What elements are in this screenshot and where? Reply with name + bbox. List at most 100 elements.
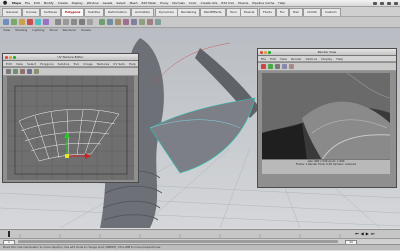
tab-ncloth[interactable]: nCloth xyxy=(303,8,321,16)
menu-app-name[interactable]: Maya xyxy=(10,0,23,6)
uv-tool-icon-2[interactable] xyxy=(13,69,18,74)
tab-fluids[interactable]: Fluids xyxy=(259,8,276,16)
render-menu-edit[interactable]: Edit xyxy=(270,56,276,61)
render-menu-render[interactable]: Render xyxy=(291,56,302,61)
rotate-tool-icon[interactable] xyxy=(35,19,41,25)
render-menu-help[interactable]: Help xyxy=(336,56,343,61)
zoom-icon[interactable] xyxy=(13,55,16,59)
render-zoom-icon[interactable] xyxy=(268,50,271,54)
uv-menu-edit[interactable]: Edit xyxy=(6,61,12,66)
apple-menu-icon[interactable]: ● xyxy=(0,0,10,6)
uv-menu-help[interactable]: Help xyxy=(129,61,136,66)
uv-menu-image[interactable]: Image xyxy=(83,61,92,66)
split-polygon-icon[interactable] xyxy=(139,19,145,25)
menu-help[interactable]: Help xyxy=(276,0,287,6)
menu-edit[interactable]: Edit xyxy=(32,0,42,6)
tab-dynamics[interactable]: Dynamics xyxy=(155,8,178,16)
extrude-icon[interactable] xyxy=(115,19,121,25)
menu-create[interactable]: Create xyxy=(56,0,70,6)
poly-cone-icon[interactable] xyxy=(79,19,85,25)
range-bar[interactable] xyxy=(18,240,338,243)
close-icon[interactable] xyxy=(5,55,8,59)
render-menu-display[interactable]: Display xyxy=(321,56,332,61)
time-slider[interactable]: ⏮ ◀ ▶ ⏭ xyxy=(0,229,400,238)
menu-edit-mesh[interactable]: Edit Mesh xyxy=(140,0,159,6)
battery-icon[interactable] xyxy=(387,1,391,5)
clock-icon[interactable] xyxy=(394,1,398,5)
menu-muscle[interactable]: Muscle xyxy=(236,0,250,6)
tab-muscle[interactable]: Muscle xyxy=(240,8,259,16)
render-image[interactable]: size: 960 x 540 zoom: 1.000 Frame: 1 Ren… xyxy=(262,73,390,174)
separate-icon[interactable] xyxy=(107,19,113,25)
uv-tool-icon-4[interactable] xyxy=(27,69,32,74)
render-minimize-icon[interactable] xyxy=(264,50,267,54)
wifi-icon[interactable] xyxy=(373,1,377,5)
tab-animation[interactable]: Animation xyxy=(131,8,155,16)
uv-canvas[interactable] xyxy=(7,76,134,180)
render-menu-file[interactable]: File xyxy=(261,56,266,61)
uv-menu-select[interactable]: Select xyxy=(27,61,36,66)
poly-plane-icon[interactable] xyxy=(87,19,93,25)
minimize-icon[interactable] xyxy=(9,55,12,59)
paint-select-icon[interactable] xyxy=(19,19,25,25)
tab-curves[interactable]: Curves xyxy=(22,8,41,16)
uv-tool-icon-5[interactable] xyxy=(34,69,39,74)
poly-cylinder-icon[interactable] xyxy=(71,19,77,25)
ipr-render-icon[interactable] xyxy=(268,64,273,69)
scale-tool-icon[interactable] xyxy=(43,19,49,25)
play-icon[interactable]: ▶ xyxy=(366,231,369,236)
menu-pipeline-cache[interactable]: Pipeline Cache xyxy=(250,0,276,6)
render-menu-options[interactable]: Options xyxy=(306,56,318,61)
uv-menu-subdivs[interactable]: Subdivs xyxy=(58,61,70,66)
render-view-title[interactable]: Render View xyxy=(258,49,396,56)
current-frame-marker[interactable] xyxy=(8,231,10,237)
menu-select[interactable]: Select xyxy=(114,0,127,6)
tab-custom[interactable]: Custom xyxy=(321,8,341,16)
uv-menu-textures[interactable]: Textures xyxy=(97,61,110,66)
uv-menu-polygons[interactable]: Polygons xyxy=(40,61,53,66)
render-close-icon[interactable] xyxy=(260,50,263,54)
step-back-icon[interactable]: ◀ xyxy=(361,231,364,236)
render-region-icon[interactable] xyxy=(275,64,280,69)
perspective-viewport[interactable]: View Shading Lighting Show Renderer Pane… xyxy=(0,28,400,228)
tab-hair[interactable]: Hair xyxy=(289,8,304,16)
menu-create-uvs[interactable]: Create UVs xyxy=(199,0,220,6)
tab-painteffects[interactable]: PaintEffects xyxy=(200,8,226,16)
uv-tool-icon-3[interactable] xyxy=(20,69,25,74)
redo-render-icon[interactable] xyxy=(261,64,266,69)
combine-icon[interactable] xyxy=(99,19,105,25)
uv-shell-wireframe[interactable] xyxy=(18,109,120,162)
lasso-tool-icon[interactable] xyxy=(11,19,17,25)
menu-assets[interactable]: Assets xyxy=(101,0,115,6)
uv-menu-view[interactable]: View xyxy=(16,61,23,66)
render-menu-view[interactable]: View xyxy=(280,56,287,61)
poly-cube-icon[interactable] xyxy=(63,19,69,25)
bridge-icon[interactable] xyxy=(123,19,129,25)
menu-file[interactable]: File xyxy=(23,0,32,6)
tab-polygons[interactable]: Polygons xyxy=(61,8,85,16)
move-tool-icon[interactable] xyxy=(27,19,33,25)
snapshot-icon[interactable] xyxy=(282,64,287,69)
menu-proxy[interactable]: Proxy xyxy=(158,0,170,6)
tab-fur[interactable]: Fur xyxy=(276,8,289,16)
uv-menu-uvsets[interactable]: UV Sets xyxy=(113,61,125,66)
menu-display[interactable]: Display xyxy=(70,0,85,6)
menu-window[interactable]: Window xyxy=(85,0,101,6)
keep-image-icon[interactable] xyxy=(289,64,294,69)
volume-icon[interactable] xyxy=(380,1,384,5)
menu-normals[interactable]: Normals xyxy=(170,0,186,6)
menu-mesh[interactable]: Mesh xyxy=(128,0,140,6)
poly-sphere-icon[interactable] xyxy=(55,19,61,25)
tab-surfaces[interactable]: Surfaces xyxy=(40,8,61,16)
menu-color[interactable]: Color xyxy=(187,0,199,6)
uv-menu-tool[interactable]: Tool xyxy=(73,61,79,66)
go-to-start-icon[interactable]: ⏮ xyxy=(355,231,359,236)
uv-editor-title[interactable]: UV Texture Editor xyxy=(3,54,138,61)
go-to-end-icon[interactable]: ⏭ xyxy=(371,231,375,236)
append-polygon-icon[interactable] xyxy=(131,19,137,25)
uv-tool-icon-1[interactable] xyxy=(6,69,11,74)
menu-modify[interactable]: Modify xyxy=(42,0,56,6)
tab-deformation[interactable]: Deformation xyxy=(104,8,131,16)
smooth-icon[interactable] xyxy=(155,19,161,25)
select-tool-icon[interactable] xyxy=(3,19,9,25)
